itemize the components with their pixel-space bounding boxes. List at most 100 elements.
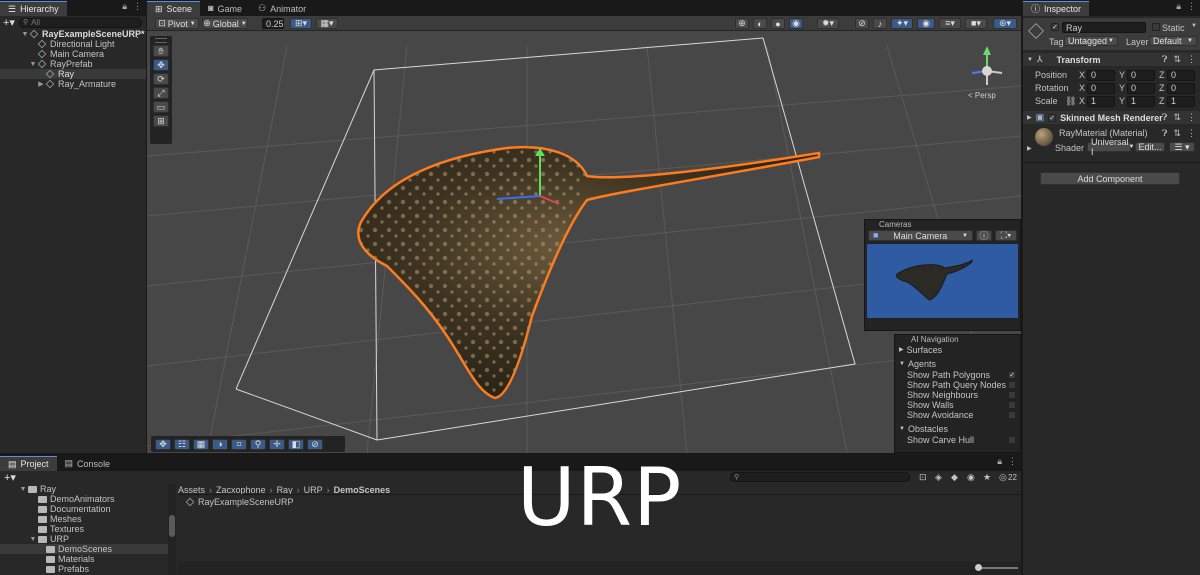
hierarchy-item-scene[interactable]: ▼ RayExampleSceneURP* ⋮ <box>0 29 146 39</box>
chevron-down-icon[interactable]: ▼ <box>1191 23 1197 29</box>
collapse-arrow-icon[interactable]: ▼ <box>18 486 28 493</box>
bottom-tool-move-button[interactable]: ✥ <box>155 438 171 450</box>
hierarchy-search-input[interactable]: ⚲ All <box>18 17 142 28</box>
folder-demoscenes[interactable]: DemoScenes <box>0 544 168 554</box>
static-checkbox[interactable] <box>1152 23 1160 31</box>
packages-icon[interactable]: ◎ <box>999 472 1007 483</box>
create-asset-button[interactable]: +▾ <box>4 471 16 484</box>
position-z-field[interactable]: 0 <box>1167 69 1195 81</box>
more-menu-icon[interactable]: ⋮ <box>1187 128 1196 139</box>
tab-animator[interactable]: ⚇ Animator <box>250 1 314 16</box>
orientation-gizmo[interactable]: < Persp <box>962 41 1012 101</box>
agents-section[interactable]: ▼ Agents <box>895 357 1020 370</box>
bottom-tool-tilemap-button[interactable]: ⌗ <box>231 438 247 450</box>
eye-hidden-icon[interactable]: ◉ <box>967 472 975 483</box>
folder-tree-scrollbar[interactable] <box>168 484 176 575</box>
renderer-enabled-checkbox[interactable]: ✓ <box>1048 113 1057 122</box>
more-menu-icon[interactable]: ⋮ <box>1187 2 1196 11</box>
collapse-arrow-icon[interactable]: ▶ <box>36 80 46 88</box>
bottom-tool-layout-button[interactable]: ☷ <box>174 438 190 450</box>
expand-arrow-icon[interactable]: ▼ <box>28 61 38 68</box>
rotation-y-field[interactable]: 0 <box>1127 82 1155 94</box>
folder-textures[interactable]: Textures <box>0 524 168 534</box>
active-checkbox[interactable]: ✓ <box>1051 23 1059 31</box>
collapse-arrow-icon[interactable]: ▼ <box>28 536 38 543</box>
bottom-tool-search-button[interactable]: ⚲ <box>250 438 266 450</box>
tab-scene[interactable]: ⊞ Scene <box>147 1 201 16</box>
add-component-button[interactable]: Add Component <box>1040 172 1180 185</box>
object-name-field[interactable]: Ray <box>1062 22 1146 33</box>
lock-icon[interactable]: 🔒︎ <box>997 457 1002 466</box>
nav-option-checkbox[interactable] <box>1008 411 1016 419</box>
link-icon[interactable]: ⛓︎ <box>1065 96 1076 107</box>
nav-option-checkbox[interactable] <box>1008 401 1016 409</box>
hierarchy-item-directional-light[interactable]: Directional Light <box>0 39 146 49</box>
nav-option-checkbox[interactable] <box>1008 391 1016 399</box>
folder-materials[interactable]: Materials <box>0 554 168 564</box>
nav-option-checkbox[interactable] <box>1008 381 1016 389</box>
tag-dropdown[interactable]: Untagged ▼ <box>1064 36 1118 46</box>
camera-select-dropdown[interactable]: ■ Main Camera ▼ <box>868 230 973 241</box>
slider-thumb[interactable] <box>975 564 982 571</box>
file-item-scene[interactable]: RayExampleSceneURP <box>185 497 386 507</box>
more-menu-icon[interactable]: ⋮ <box>1187 54 1196 65</box>
more-menu-icon[interactable]: ⋮ <box>1187 112 1196 123</box>
icon-size-slider[interactable] <box>975 564 1018 571</box>
layer-dropdown[interactable]: Default ▼ <box>1149 36 1197 46</box>
folder-ray[interactable]: ▼ Ray <box>0 484 168 494</box>
position-y-field[interactable]: 0 <box>1127 69 1155 81</box>
camera-view-dropdown[interactable]: ⛶▾ <box>995 230 1017 241</box>
nav-option-row[interactable]: Show Path Query Nodes <box>895 380 1020 390</box>
cameras-overlay-header[interactable]: Cameras <box>865 220 1020 229</box>
nav-option-row[interactable]: Show Walls <box>895 400 1020 410</box>
preset-icon[interactable]: ⇅ <box>1173 112 1181 123</box>
folder-meshes[interactable]: Meshes <box>0 514 168 524</box>
persp-label[interactable]: < Persp <box>968 91 996 100</box>
surfaces-section[interactable]: ▶ Surfaces <box>895 344 1020 355</box>
obstacles-section[interactable]: ▼ Obstacles <box>895 422 1020 435</box>
preset-icon[interactable]: ⇅ <box>1173 54 1181 65</box>
project-search-input[interactable]: ⚲ <box>730 472 910 482</box>
nav-option-row[interactable]: Show Avoidance <box>895 410 1020 420</box>
add-button[interactable]: +▾ <box>3 16 15 29</box>
star-icon[interactable]: ★ <box>983 472 991 483</box>
position-x-field[interactable]: 0 <box>1087 69 1115 81</box>
edit-shader-button[interactable]: Edit... <box>1135 142 1165 152</box>
tag-icon[interactable]: ◆ <box>951 472 958 483</box>
skinned-mesh-renderer-header[interactable]: ▶ ▣ ✓ Skinned Mesh Renderer ❓︎ ⇅ ⋮ <box>1023 111 1200 124</box>
search-by-label-icon[interactable]: ◈ <box>935 472 942 483</box>
more-menu-icon[interactable]: ⋮ <box>133 29 142 39</box>
bottom-tool-moon-button[interactable]: ◑ <box>212 438 228 450</box>
more-menu-icon[interactable]: ⋮ <box>1008 457 1017 466</box>
transform-header[interactable]: ▼ ⅄ Transform ❓︎ ⇅ ⋮ <box>1023 53 1200 66</box>
nav-option-row[interactable]: Show Path Polygons ✓ <box>895 370 1020 380</box>
help-icon[interactable]: ❓︎ <box>1162 128 1167 139</box>
folder-urp[interactable]: ▼ URP <box>0 534 168 544</box>
nav-option-checkbox[interactable]: ✓ <box>1008 371 1016 379</box>
expand-arrow-icon[interactable]: ▶ <box>1027 145 1032 152</box>
preset-icon[interactable]: ⇅ <box>1173 128 1181 139</box>
bottom-tool-pivot-button[interactable]: ✛ <box>269 438 285 450</box>
hierarchy-item-main-camera[interactable]: Main Camera <box>0 49 146 59</box>
scale-x-field[interactable]: 1 <box>1087 95 1115 107</box>
tab-game[interactable]: ◙ Game <box>200 1 250 16</box>
help-icon[interactable]: ❓︎ <box>1162 54 1167 65</box>
more-menu-icon[interactable]: ⋮ <box>133 2 142 11</box>
lock-icon[interactable]: 🔒︎ <box>1176 2 1181 11</box>
camera-info-button[interactable]: ⓘ <box>976 230 992 241</box>
scale-y-field[interactable]: 1 <box>1127 95 1155 107</box>
help-icon[interactable]: ❓︎ <box>1162 112 1167 123</box>
search-by-type-icon[interactable]: ⊡ <box>919 472 927 483</box>
hierarchy-item-ray-armature[interactable]: ▶ Ray_Armature <box>0 79 146 89</box>
lock-icon[interactable]: 🔒︎ <box>122 2 127 11</box>
tab-inspector[interactable]: ⓘ Inspector <box>1023 1 1090 16</box>
bottom-tool-compass-button[interactable]: ⊘ <box>307 438 323 450</box>
folder-documentation[interactable]: Documentation <box>0 504 168 514</box>
show-carve-hull-option[interactable]: Show Carve Hull <box>895 435 1020 445</box>
bottom-tool-grid-button[interactable]: ▦ <box>193 438 209 450</box>
tab-console[interactable]: ▤ Console <box>57 456 119 471</box>
folder-prefabs[interactable]: Prefabs <box>0 564 168 574</box>
hierarchy-item-ray[interactable]: Ray <box>0 69 146 79</box>
shader-dropdown[interactable]: Universal I ▼ <box>1087 137 1134 157</box>
scene-view[interactable]: ⊡ Pivot ▼ ⊕ Global ▼ 0.25 ⊞▾ ▦▾ ⊕ ◐ ● ◉ … <box>147 16 1021 453</box>
